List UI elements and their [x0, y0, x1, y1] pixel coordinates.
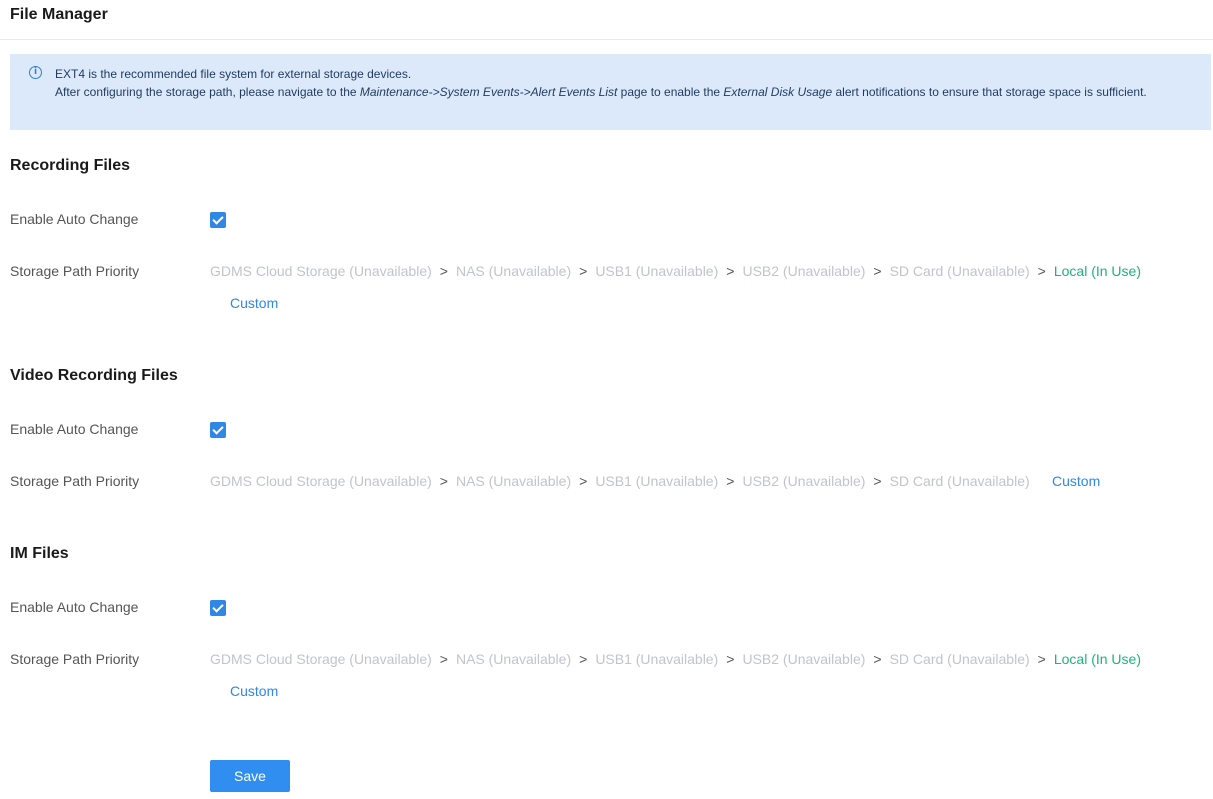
- storage-path-priority-label: Storage Path Priority: [10, 263, 140, 279]
- custom-path-link[interactable]: Custom: [230, 683, 278, 699]
- path-separator-icon: >: [873, 651, 882, 667]
- path-separator-icon: >: [439, 473, 448, 489]
- storage-path-item: USB1 (Unavailable): [595, 473, 719, 489]
- path-separator-icon: >: [579, 651, 588, 667]
- storage-path-item: SD Card (Unavailable): [889, 473, 1030, 489]
- path-separator-icon: >: [439, 651, 448, 667]
- storage-path-list: GDMS Cloud Storage (Unavailable) > NAS (Un…: [210, 263, 1141, 279]
- storage-path-priority-label: Storage Path Priority: [10, 473, 140, 489]
- path-separator-icon: >: [726, 651, 735, 667]
- notice-line-2: After configuring the storage path, plea…: [55, 85, 1147, 99]
- section-title-video-recording-files: Video Recording Files: [10, 367, 178, 384]
- enable-auto-change-label: Enable Auto Change: [10, 599, 139, 615]
- enable-auto-change-checkbox[interactable]: [210, 600, 226, 616]
- path-separator-icon: >: [579, 473, 588, 489]
- storage-path-item: Local (In Use): [1053, 263, 1141, 279]
- storage-path-item: Local (In Use): [1053, 651, 1141, 667]
- path-separator-icon: >: [726, 263, 735, 279]
- storage-path-item: NAS (Unavailable): [455, 263, 572, 279]
- storage-path-priority-label: Storage Path Priority: [10, 651, 140, 667]
- storage-path-item: USB1 (Unavailable): [595, 651, 719, 667]
- alert-events-path: Maintenance->System Events->Alert Events…: [359, 85, 618, 99]
- storage-path-item: USB2 (Unavailable): [742, 473, 866, 489]
- storage-path-list: GDMS Cloud Storage (Unavailable) > NAS (Un…: [210, 473, 1030, 489]
- storage-path-item: USB2 (Unavailable): [742, 263, 866, 279]
- custom-path-link[interactable]: Custom: [1052, 473, 1100, 489]
- storage-path-item: SD Card (Unavailable): [889, 263, 1030, 279]
- enable-auto-change-checkbox[interactable]: [210, 422, 226, 438]
- storage-path-item: GDMS Cloud Storage (Unavailable): [210, 651, 432, 667]
- storage-path-item: GDMS Cloud Storage (Unavailable): [210, 263, 432, 279]
- path-separator-icon: >: [873, 263, 882, 279]
- enable-auto-change-label: Enable Auto Change: [10, 211, 139, 227]
- enable-auto-change-label: Enable Auto Change: [10, 421, 139, 437]
- save-button[interactable]: Save: [210, 760, 290, 792]
- external-disk-usage: External Disk Usage: [723, 85, 833, 99]
- storage-path-item: SD Card (Unavailable): [889, 651, 1030, 667]
- info-notice: i EXT4 is the recommended file system fo…: [10, 54, 1211, 130]
- path-separator-icon: >: [439, 263, 448, 279]
- notice-line-1: EXT4 is the recommended file system for …: [55, 67, 412, 81]
- section-title-im-files: IM Files: [10, 545, 69, 562]
- path-separator-icon: >: [873, 473, 882, 489]
- storage-path-item: USB2 (Unavailable): [742, 651, 866, 667]
- storage-path-list: GDMS Cloud Storage (Unavailable) > NAS (Un…: [210, 651, 1141, 667]
- enable-auto-change-checkbox[interactable]: [210, 212, 226, 228]
- section-title-recording-files: Recording Files: [10, 157, 131, 174]
- path-separator-icon: >: [1037, 651, 1046, 667]
- storage-path-item: NAS (Unavailable): [455, 473, 572, 489]
- title-divider: [0, 39, 1213, 40]
- path-separator-icon: >: [1037, 263, 1046, 279]
- page-title: File Manager: [10, 6, 108, 23]
- path-separator-icon: >: [726, 473, 735, 489]
- storage-path-item: GDMS Cloud Storage (Unavailable): [210, 473, 432, 489]
- custom-path-link[interactable]: Custom: [230, 295, 278, 311]
- storage-path-item: USB1 (Unavailable): [595, 263, 719, 279]
- storage-path-item: NAS (Unavailable): [455, 651, 572, 667]
- path-separator-icon: >: [579, 263, 588, 279]
- info-icon: i: [29, 66, 42, 79]
